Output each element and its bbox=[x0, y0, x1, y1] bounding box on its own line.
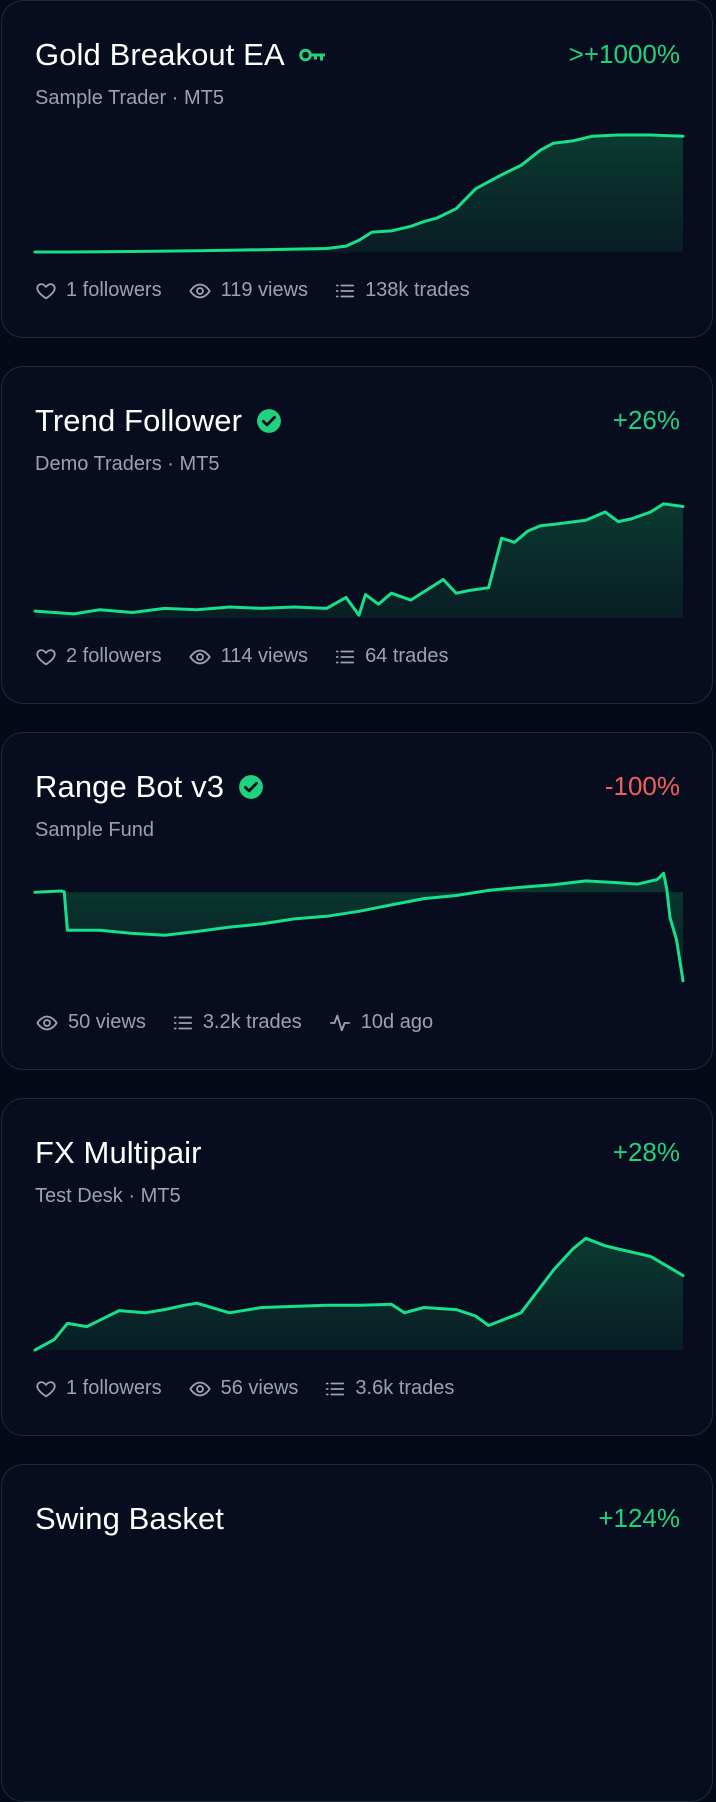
card-title-row: FX Multipair bbox=[35, 1135, 202, 1171]
strategy-card[interactable]: FX Multipair Test Desk · MT5 +28% 1 followe… bbox=[1, 1098, 713, 1436]
list-icon bbox=[334, 280, 365, 302]
return-label: +28% bbox=[612, 1137, 680, 1167]
strategy-card[interactable]: Trend Follower Demo Traders · MT5 +26% 2 fo… bbox=[1, 366, 713, 704]
strategy-subtitle: Test Desk · MT5 bbox=[35, 1185, 181, 1207]
stat-item: 1 followers bbox=[35, 279, 162, 302]
equity-chart bbox=[35, 863, 683, 988]
list-icon bbox=[172, 1012, 203, 1034]
heart-icon bbox=[35, 646, 66, 668]
return-label: +26% bbox=[612, 405, 680, 435]
stat-item: 119 views bbox=[188, 279, 308, 302]
strategy-title: Trend Follower bbox=[35, 403, 242, 438]
stat-item: 56 views bbox=[188, 1377, 299, 1400]
stat-text: 50 views bbox=[68, 1011, 146, 1033]
equity-chart bbox=[35, 1229, 683, 1354]
stat-text: 1 followers bbox=[66, 1377, 162, 1399]
equity-chart bbox=[35, 497, 683, 618]
return-label: +124% bbox=[598, 1503, 680, 1533]
chart-area bbox=[35, 873, 683, 981]
strategy-subtitle: Sample Trader · MT5 bbox=[35, 87, 224, 109]
stat-text: 119 views bbox=[220, 279, 309, 301]
equity-chart bbox=[35, 131, 683, 256]
card-title-row: Swing Basket bbox=[35, 1501, 224, 1537]
chart-area bbox=[35, 1238, 683, 1350]
card-stats: 1 followers 119 views 138k trades bbox=[35, 279, 496, 302]
stat-item: 50 views bbox=[35, 1011, 146, 1034]
card-stats: 50 views 3.2k trades 10d ago bbox=[35, 1011, 459, 1034]
stat-item: 3.2k trades bbox=[172, 1011, 302, 1034]
strategy-card[interactable]: Range Bot v3 Sample Fund -100% 50 views 3.2k… bbox=[1, 732, 713, 1070]
strategy-title: FX Multipair bbox=[35, 1135, 202, 1170]
return-label: -100% bbox=[604, 771, 680, 801]
list-icon bbox=[324, 1378, 355, 1400]
strategy-title: Gold Breakout EA bbox=[35, 37, 285, 72]
heart-icon bbox=[35, 1378, 66, 1400]
strategy-title: Range Bot v3 bbox=[35, 769, 225, 804]
stat-text: 2 followers bbox=[66, 645, 162, 667]
eye-icon bbox=[35, 1012, 68, 1034]
card-title-row: Gold Breakout EA bbox=[35, 37, 327, 73]
stat-item: 2 followers bbox=[35, 645, 162, 668]
chart-area bbox=[35, 135, 683, 252]
stat-text: 114 views bbox=[220, 645, 309, 667]
list-icon bbox=[334, 646, 365, 668]
verified-icon bbox=[238, 774, 264, 800]
stat-text: 56 views bbox=[220, 1377, 299, 1399]
stat-text: 3.6k trades bbox=[355, 1377, 455, 1399]
stat-text: 10d ago bbox=[360, 1011, 434, 1033]
strategy-title: Swing Basket bbox=[35, 1501, 225, 1536]
strategy-card[interactable]: Swing Basket +124% bbox=[1, 1464, 713, 1802]
verified-icon bbox=[256, 408, 282, 434]
stat-text: 1 followers bbox=[66, 279, 162, 301]
card-stats: 1 followers 56 views 3.6k trades bbox=[35, 1377, 480, 1400]
stat-item: 3.6k trades bbox=[324, 1377, 454, 1400]
stat-item: 114 views bbox=[188, 645, 308, 668]
card-title-row: Trend Follower bbox=[35, 403, 282, 439]
card-stats: 2 followers 114 views 64 trades bbox=[35, 645, 474, 668]
activity-icon bbox=[328, 1012, 361, 1034]
strategy-card[interactable]: Gold Breakout EA Sample Trader · MT5 >+100… bbox=[1, 0, 713, 338]
stat-text: 64 trades bbox=[365, 645, 449, 667]
card-title-row: Range Bot v3 bbox=[35, 769, 264, 805]
stat-item: 1 followers bbox=[35, 1377, 162, 1400]
stat-text: 3.2k trades bbox=[202, 1011, 302, 1033]
return-label: >+1000% bbox=[568, 39, 680, 69]
strategy-subtitle: Demo Traders · MT5 bbox=[35, 453, 220, 475]
eye-icon bbox=[188, 1378, 221, 1400]
stat-item: 64 trades bbox=[334, 645, 448, 668]
stat-text: 138k trades bbox=[365, 279, 470, 301]
stat-item: 10d ago bbox=[328, 1011, 433, 1034]
stat-item: 138k trades bbox=[334, 279, 470, 302]
heart-icon bbox=[35, 280, 66, 302]
eye-icon bbox=[188, 646, 221, 668]
eye-icon bbox=[188, 280, 221, 302]
key-icon bbox=[298, 46, 327, 64]
strategy-subtitle: Sample Fund bbox=[35, 819, 154, 841]
